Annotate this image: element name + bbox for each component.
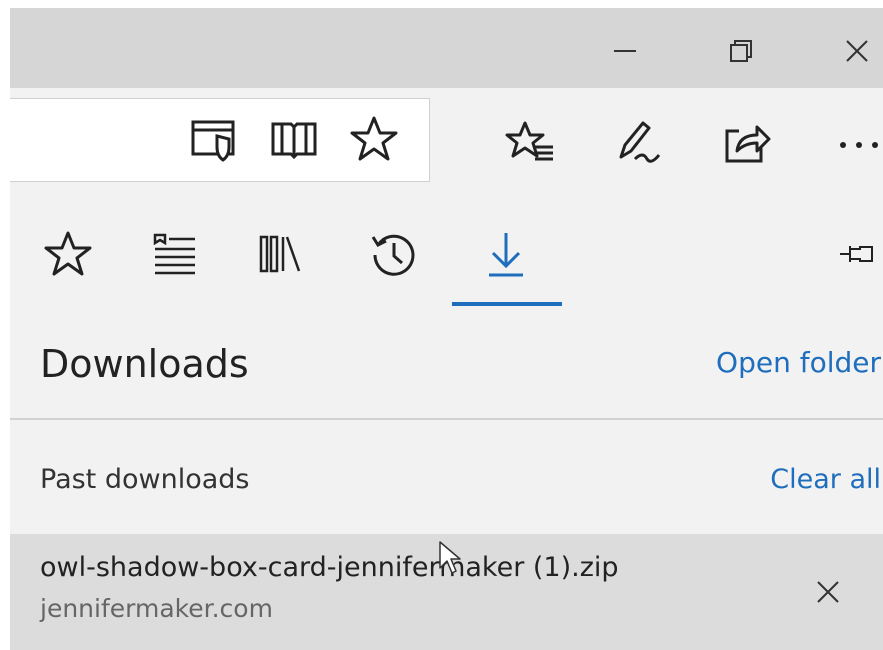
favorites-hub-button[interactable] <box>502 114 558 170</box>
tab-history[interactable] <box>364 224 424 284</box>
pin-pane-button[interactable] <box>828 224 883 284</box>
address-bar[interactable] <box>10 98 430 182</box>
pin-icon <box>840 246 873 262</box>
clear-all-link[interactable]: Clear all <box>770 464 881 495</box>
reading-view-button[interactable] <box>266 111 322 167</box>
close-icon <box>817 581 839 603</box>
close-icon <box>846 40 868 62</box>
title-bar <box>10 8 883 88</box>
hub-pane: Downloads Open folder Past downloads Cle… <box>10 196 883 650</box>
history-icon <box>371 234 415 276</box>
favorites-icon <box>44 231 92 276</box>
favorites-hub-icon <box>505 121 553 161</box>
more-button[interactable] <box>828 114 883 170</box>
download-source: jennifermaker.com <box>40 594 273 623</box>
downloads-icon <box>489 233 523 277</box>
divider <box>10 418 883 420</box>
tab-downloads[interactable] <box>476 224 536 284</box>
reading-view-icon <box>271 122 317 160</box>
tracking-shield-button[interactable] <box>186 111 242 167</box>
minimize-button[interactable] <box>602 28 648 74</box>
restore-button[interactable] <box>718 28 764 74</box>
books-icon <box>259 235 301 273</box>
tracking-shield-icon <box>191 120 235 162</box>
open-folder-link[interactable]: Open folder <box>716 346 881 379</box>
mouse-cursor-icon <box>438 540 462 576</box>
share-icon <box>725 125 771 163</box>
web-note-button[interactable] <box>610 114 666 170</box>
web-note-icon <box>619 121 661 163</box>
download-file-name[interactable]: owl-shadow-box-card-jennifermaker (1).zi… <box>40 552 619 583</box>
active-tab-indicator <box>452 302 562 306</box>
minimize-icon <box>614 50 636 52</box>
browser-toolbar <box>10 88 883 196</box>
favorite-star-icon <box>350 116 398 161</box>
restore-icon <box>730 40 752 62</box>
tab-favorites[interactable] <box>38 224 98 284</box>
share-button[interactable] <box>718 114 774 170</box>
pane-title: Downloads <box>40 342 249 386</box>
remove-download-button[interactable] <box>810 574 846 610</box>
tab-reading-list[interactable] <box>144 224 204 284</box>
add-favorite-button[interactable] <box>346 111 402 167</box>
tab-books[interactable] <box>250 224 310 284</box>
reading-list-icon <box>153 233 195 275</box>
more-icon <box>840 142 878 148</box>
section-label: Past downloads <box>40 464 250 495</box>
close-window-button[interactable] <box>834 28 880 74</box>
